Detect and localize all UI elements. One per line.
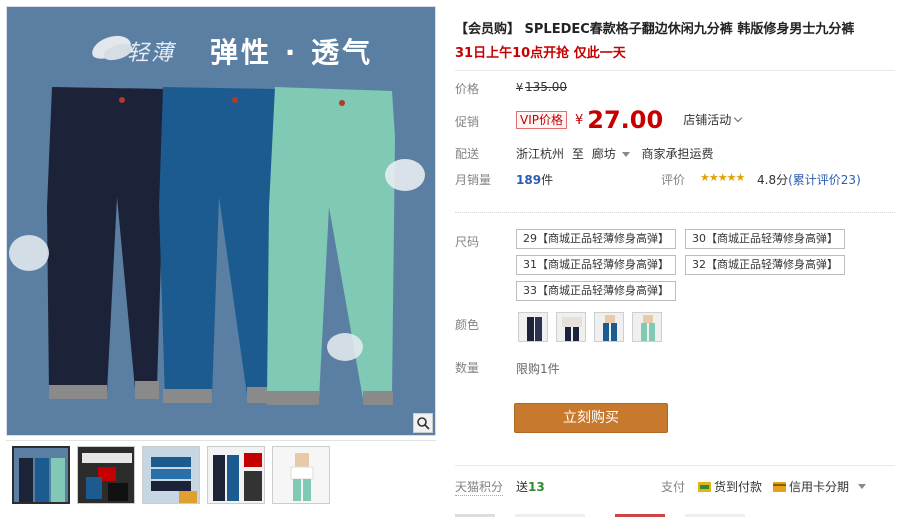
rating-count-text: (累计评价 <box>788 173 841 187</box>
banner: 轻薄 弹性 · 透气 <box>7 21 435 71</box>
ship-fee-note: 商家承担运费 <box>641 147 714 161</box>
points-number: 13 <box>528 480 545 494</box>
sales-number: 189 <box>516 173 542 187</box>
thumbnail-4[interactable] <box>207 446 265 504</box>
points-payment-row: 天猫积分 送13 支付 货到付款 信用卡分期 <box>455 478 895 498</box>
cut-off-row <box>455 508 895 517</box>
ship-from: 浙江杭州 <box>516 147 565 161</box>
navy-pants <box>47 87 167 399</box>
size-label: 尺码 <box>455 235 480 249</box>
pants-image <box>9 87 425 405</box>
rating-score: 4.8分 <box>757 173 789 187</box>
original-price-currency: ¥ <box>516 81 523 94</box>
color-swatch-1[interactable] <box>518 312 548 342</box>
cod-icon <box>698 482 711 492</box>
thumbnail-3[interactable] <box>142 446 200 504</box>
vip-price-tag: VIP价格 <box>516 111 567 129</box>
shipping-row: 浙江杭州 至 廊坊 商家承担运费 <box>516 145 714 162</box>
divider-middle <box>455 212 895 213</box>
rating-summary[interactable]: 4.8分(累计评价23) <box>757 171 861 188</box>
zoom-button[interactable] <box>413 413 433 433</box>
ship-to-selector[interactable]: 廊坊 <box>592 147 638 161</box>
magnifier-icon <box>417 417 430 430</box>
promo-price-currency: ¥ <box>575 113 584 128</box>
store-activity-dropdown[interactable]: 店铺活动 <box>683 113 743 127</box>
thumbnail-2[interactable] <box>77 446 135 504</box>
original-price-value: 135.00 <box>525 80 567 94</box>
sales-unit: 件 <box>541 173 554 187</box>
thumbnail-1[interactable] <box>12 446 70 504</box>
banner-bold-text: 弹性 · 透气 <box>210 36 374 69</box>
promo-price: 27.00 <box>587 106 664 134</box>
rating-count-close: ) <box>856 173 861 187</box>
active-thumb-arrow <box>38 446 50 447</box>
dropdown-arrow-icon <box>621 151 630 157</box>
points-prefix: 送 <box>516 480 529 494</box>
sales-count: 189件 <box>516 171 553 188</box>
size-option-31[interactable]: 31【商城正品轻薄修身高弹】 <box>516 255 676 275</box>
chevron-down-icon <box>733 113 743 123</box>
tmall-points-label[interactable]: 天猫积分 <box>455 478 504 496</box>
credit-installment: 信用卡分期 <box>773 478 849 495</box>
color-label: 颜色 <box>455 318 480 332</box>
rating-stars-icon: ★★★★★ <box>700 171 745 184</box>
rating-label: 评价 <box>661 173 686 187</box>
thumbs-divider <box>6 440 436 441</box>
color-swatch-4[interactable] <box>632 312 662 342</box>
credit-card-icon <box>773 482 786 492</box>
quantity-limit: 限购1件 <box>516 362 560 376</box>
price-label: 价格 <box>455 82 480 96</box>
buy-now-button[interactable]: 立刻购买 <box>514 403 668 433</box>
thumbnail-strip <box>12 446 330 506</box>
ship-to-word: 至 <box>571 147 584 161</box>
original-price: ¥135.00 <box>516 80 567 94</box>
divider-top <box>455 70 895 71</box>
banner-light-text: 轻薄 <box>127 41 176 66</box>
mint-pants <box>267 87 395 405</box>
size-option-32[interactable]: 32【商城正品轻薄修身高弹】 <box>685 255 845 275</box>
payment-label: 支付 <box>661 480 686 494</box>
size-option-29[interactable]: 29【商城正品轻薄修身高弹】 <box>516 229 676 249</box>
tmall-points-value: 送13 <box>516 478 545 495</box>
rating-count: 23 <box>840 173 857 187</box>
cod-text: 货到付款 <box>714 480 763 494</box>
size-option-33[interactable]: 33【商城正品轻薄修身高弹】 <box>516 281 676 301</box>
divider-bottom <box>455 465 895 466</box>
main-product-image[interactable]: 轻薄 弹性 · 透气 <box>6 6 436 436</box>
sales-label: 月销量 <box>455 173 492 187</box>
product-subtitle: 31日上午10点开抢 仅此一天 <box>455 46 626 61</box>
color-swatch-3[interactable] <box>594 312 624 342</box>
ship-to-city: 廊坊 <box>591 147 616 161</box>
promo-price-row: VIP价格 ¥27.00 店铺活动 <box>516 106 743 134</box>
shipping-label: 配送 <box>455 147 480 161</box>
size-option-30[interactable]: 30【商城正品轻薄修身高弹】 <box>685 229 845 249</box>
credit-text: 信用卡分期 <box>789 480 850 494</box>
blue-pants <box>159 87 277 403</box>
quantity-label: 数量 <box>455 361 480 375</box>
color-swatch-2[interactable] <box>556 312 586 342</box>
promo-label: 促销 <box>455 115 480 129</box>
store-activity-label: 店铺活动 <box>683 113 732 127</box>
product-title: 【会员购】 SPLEDEC春款格子翻边休闲九分裤 韩版修身男士九分裤 <box>455 22 855 37</box>
cash-on-delivery: 货到付款 <box>698 478 762 495</box>
thumbnail-5[interactable] <box>272 446 330 504</box>
payment-dropdown-icon[interactable] <box>858 484 866 489</box>
